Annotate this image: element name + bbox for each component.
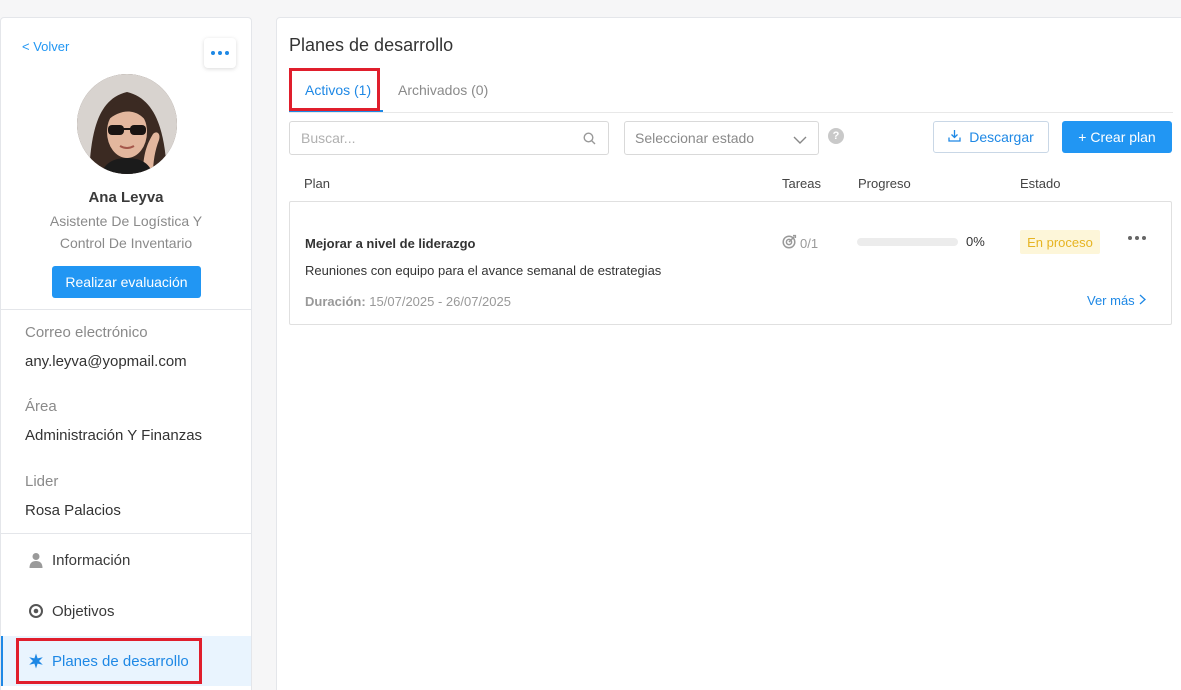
column-header-tasks: Tareas xyxy=(782,176,822,191)
divider xyxy=(1,533,251,534)
tasks-count: 0/1 xyxy=(800,235,819,251)
sidebar-item-informacion[interactable]: Información xyxy=(1,535,251,585)
profile-role: Asistente De Logística Y Control De Inve… xyxy=(49,213,203,251)
divider xyxy=(1,309,251,310)
sidebar-item-label: Objetivos xyxy=(52,602,115,620)
more-options-button[interactable] xyxy=(204,38,236,68)
status-select[interactable]: Seleccionar estado xyxy=(624,121,819,155)
download-button[interactable]: Descargar xyxy=(933,121,1049,153)
column-header-status: Estado xyxy=(1020,176,1061,191)
evaluate-button[interactable]: Realizar evaluación xyxy=(52,266,201,298)
create-plan-button[interactable]: + Crear plan xyxy=(1062,121,1172,153)
email-label: Correo electrónico xyxy=(25,324,148,341)
plan-duration: Duración: 15/07/2025 - 26/07/2025 xyxy=(305,294,511,309)
tasks-target-icon xyxy=(782,234,797,252)
avatar xyxy=(77,74,177,174)
target-icon xyxy=(27,602,45,620)
search-input[interactable] xyxy=(290,122,560,154)
tab-archivados[interactable]: Archivados (0) xyxy=(398,82,488,98)
progress-percent: 0% xyxy=(966,234,985,249)
development-plans-panel: Planes de desarrollo Activos (1) Archiva… xyxy=(276,17,1181,690)
page-title: Planes de desarrollo xyxy=(289,35,454,55)
back-link[interactable]: < Volver xyxy=(22,39,69,54)
plan-name: Mejorar a nivel de liderazgo xyxy=(305,236,476,251)
plan-description: Reuniones con equipo para el avance sema… xyxy=(305,263,662,278)
active-tab-indicator xyxy=(289,110,383,112)
column-header-progress: Progreso xyxy=(858,176,911,191)
search-icon xyxy=(583,132,596,150)
dot-icon xyxy=(1135,236,1139,240)
help-icon[interactable]: ? xyxy=(828,128,844,144)
plan-duration-label: Duración: xyxy=(305,294,366,309)
person-icon xyxy=(27,551,45,569)
area-label: Área xyxy=(25,398,57,415)
see-more-link[interactable]: Ver más xyxy=(1087,293,1146,308)
dot-icon xyxy=(1142,236,1146,240)
status-badge: En proceso xyxy=(1020,230,1100,254)
leader-label: Lider xyxy=(25,473,59,490)
dot-icon xyxy=(218,51,222,55)
plan-card: Mejorar a nivel de liderazgo Reuniones c… xyxy=(289,201,1172,325)
status-select-value: Seleccionar estado xyxy=(635,130,755,146)
dot-icon xyxy=(225,51,229,55)
plan-tasks: 0/1 xyxy=(782,234,818,252)
email-value: any.leyva@yopmail.com xyxy=(25,353,187,370)
progress-bar xyxy=(857,238,958,246)
column-header-plan: Plan xyxy=(304,176,331,191)
sidebar-item-label: Información xyxy=(52,551,131,569)
chevron-down-icon xyxy=(793,132,807,148)
leader-value: Rosa Palacios xyxy=(25,502,121,519)
search-field[interactable] xyxy=(289,121,609,155)
sidebar-item-objetivos[interactable]: Objetivos xyxy=(1,586,251,636)
chevron-right-icon xyxy=(1139,293,1146,308)
tab-activos[interactable]: Activos (1) xyxy=(305,82,371,98)
plan-duration-value: 15/07/2025 - 26/07/2025 xyxy=(369,294,511,309)
sparkle-icon xyxy=(27,652,45,670)
dot-icon xyxy=(1128,236,1132,240)
avatar-photo xyxy=(77,74,177,174)
download-icon xyxy=(948,129,961,145)
dot-icon xyxy=(211,51,215,55)
see-more-label: Ver más xyxy=(1087,293,1135,308)
plan-more-options-button[interactable] xyxy=(1128,236,1146,240)
profile-name: Ana Leyva xyxy=(88,189,164,206)
download-label: Descargar xyxy=(969,129,1034,145)
area-value: Administración Y Finanzas xyxy=(25,427,203,444)
sidebar-item-planes-de-desarrollo[interactable]: Planes de desarrollo xyxy=(1,636,251,686)
tabs-divider xyxy=(289,112,1173,113)
sidebar-item-label: Planes de desarrollo xyxy=(52,652,189,670)
profile-sidebar: < Volver Ana Leyva Asistente De Logístic… xyxy=(0,17,252,690)
